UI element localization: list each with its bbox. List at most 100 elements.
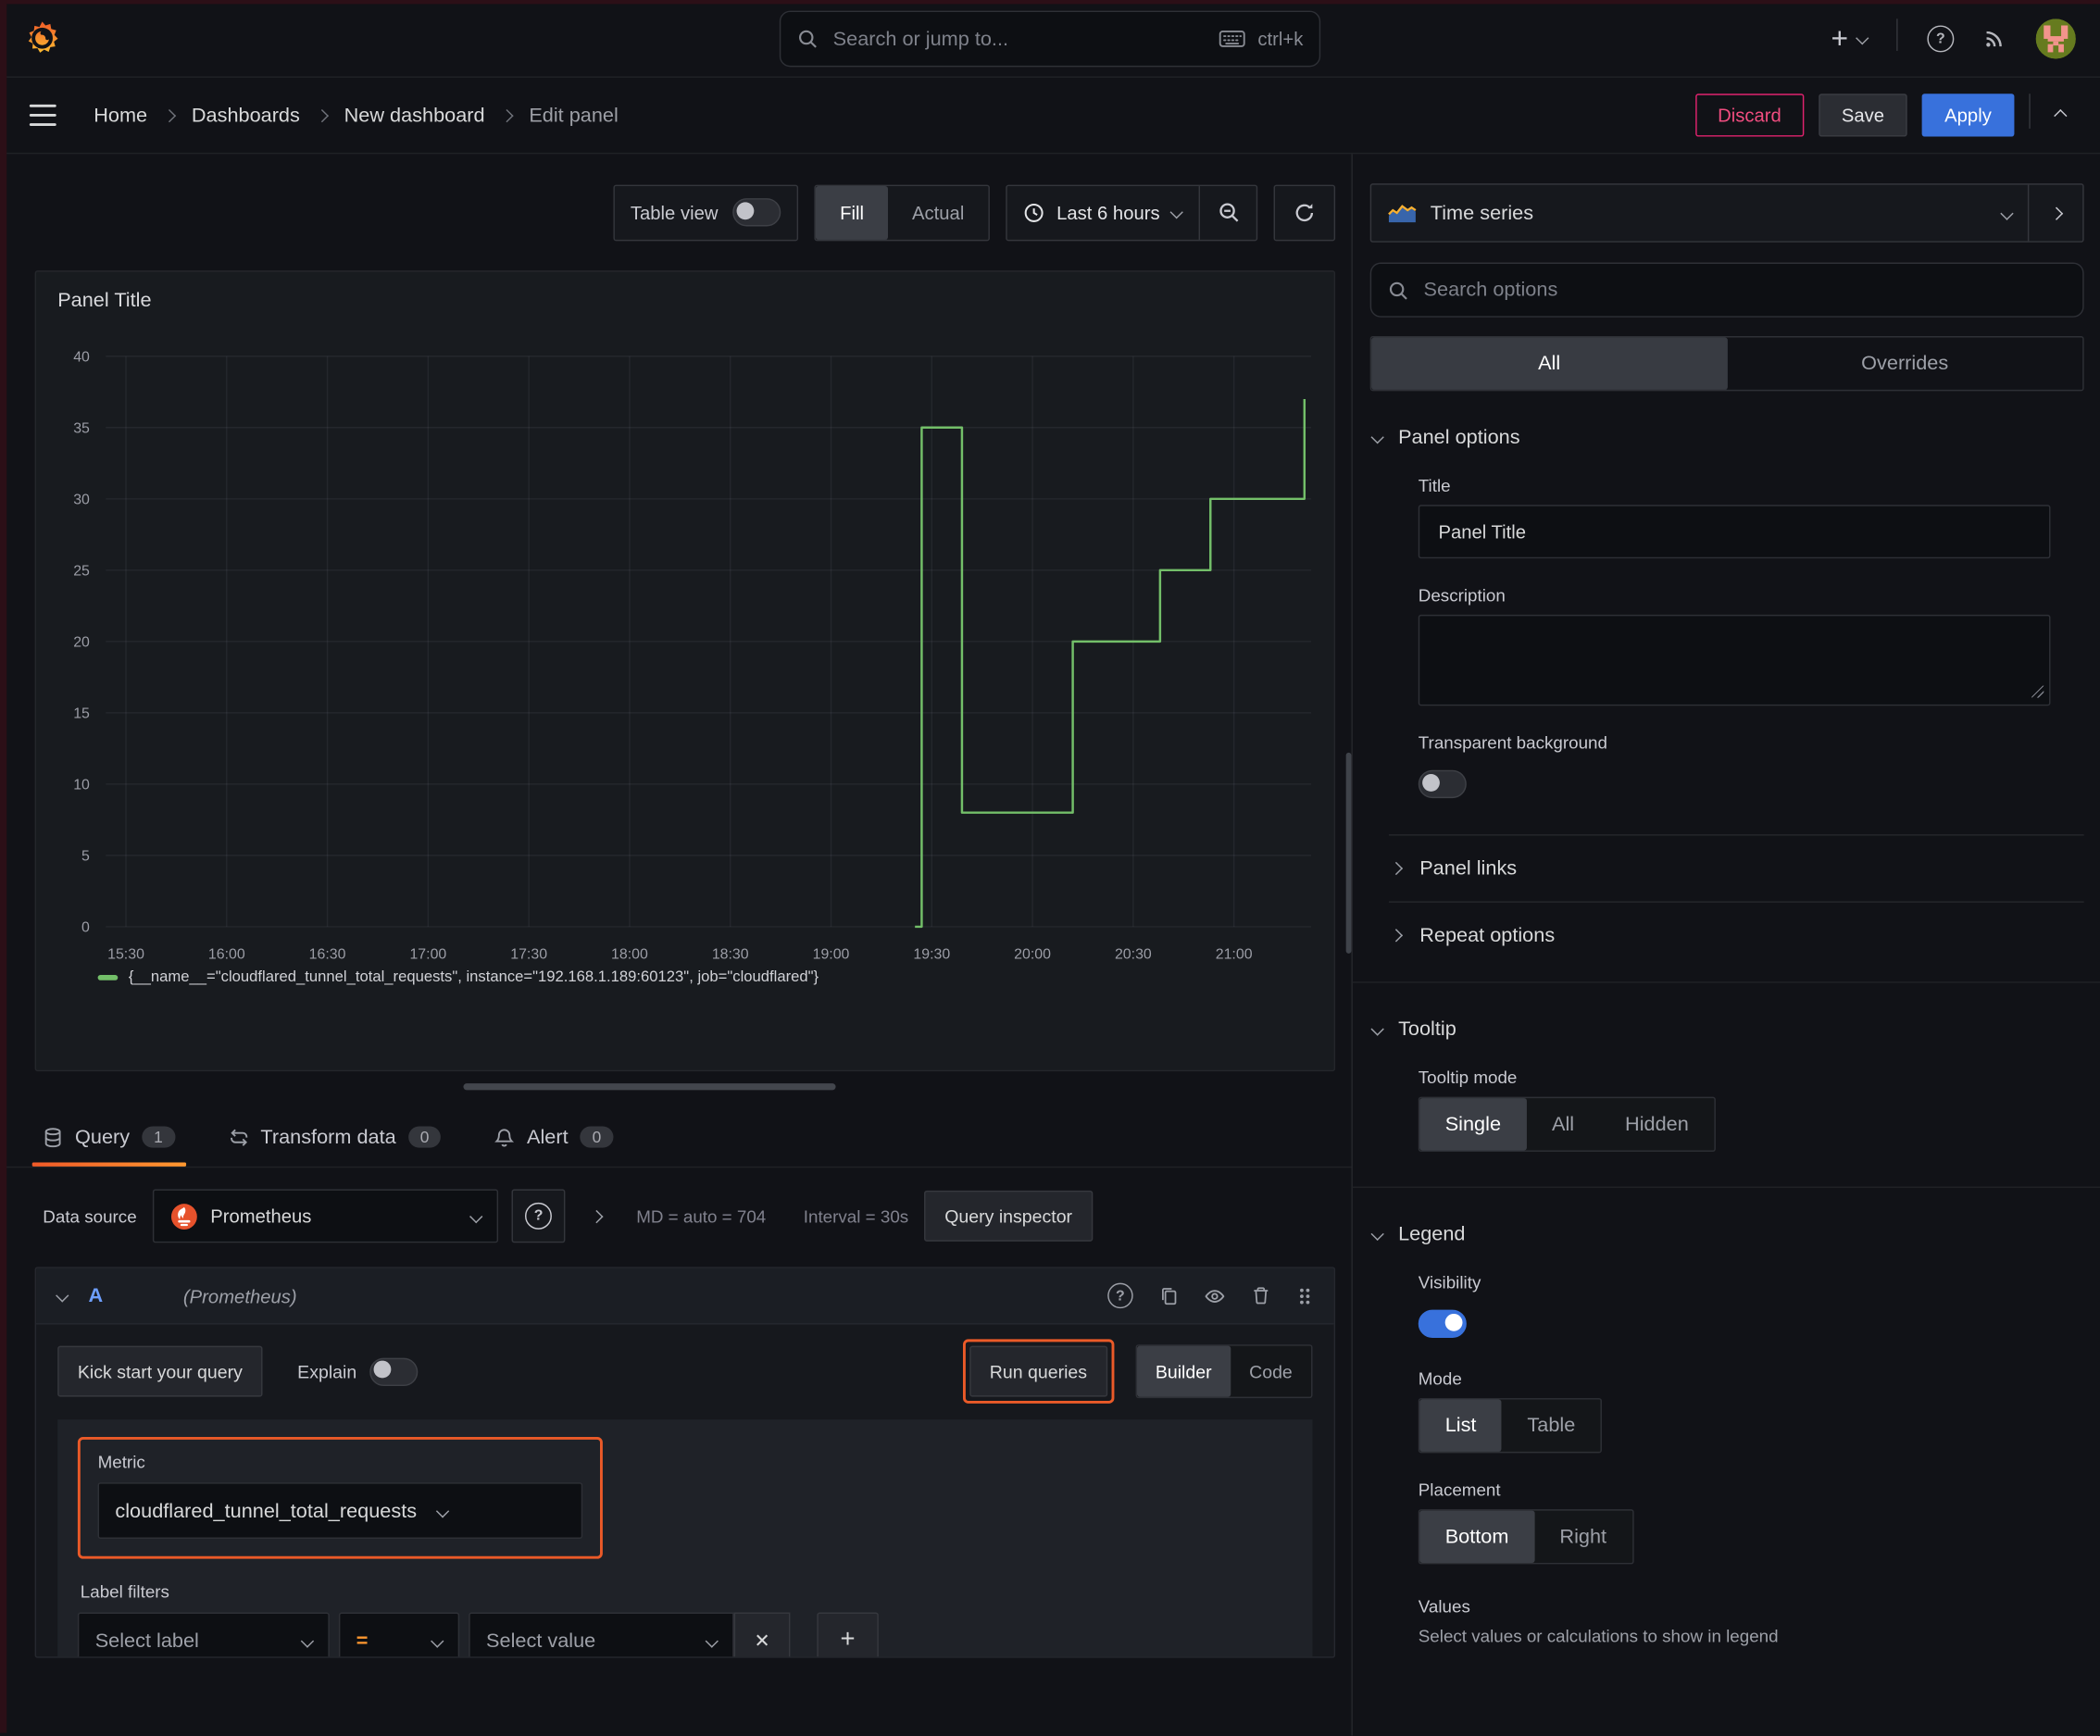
expand-stats-icon[interactable] bbox=[590, 1209, 604, 1223]
zoom-out-icon[interactable] bbox=[1200, 185, 1256, 239]
panel-edit-actions: Discard Save Apply bbox=[1694, 94, 2076, 137]
toggle-options-pane-button[interactable] bbox=[2029, 185, 2082, 242]
transform-icon bbox=[229, 1127, 249, 1147]
save-button[interactable]: Save bbox=[1819, 94, 1907, 137]
panel-title-input[interactable] bbox=[1418, 505, 2051, 559]
options-search[interactable] bbox=[1369, 262, 2084, 318]
code-option[interactable]: Code bbox=[1231, 1346, 1311, 1397]
news-rss-icon[interactable] bbox=[1983, 27, 2006, 50]
window-edge-left bbox=[0, 0, 7, 1733]
vertical-scrollbar[interactable] bbox=[1345, 752, 1352, 954]
transparent-background-label: Transparent background bbox=[1418, 732, 1607, 753]
select-label-dropdown[interactable]: Select label bbox=[77, 1612, 330, 1657]
fill-option[interactable]: Fill bbox=[816, 185, 889, 240]
horizontal-scrollbar[interactable] bbox=[463, 1083, 836, 1091]
panel-links-label: Panel links bbox=[1419, 856, 1518, 880]
panel-links-section[interactable]: Panel links bbox=[1370, 836, 2084, 902]
tab-transform-data[interactable]: Transform data 0 bbox=[229, 1107, 442, 1167]
breadcrumb-home[interactable]: Home bbox=[94, 104, 147, 127]
query-toolbar-right: Run queries Builder Code bbox=[962, 1339, 1313, 1404]
tooltip-mode-switch: Single All Hidden bbox=[1418, 1096, 1716, 1152]
panel-options-title: Panel options bbox=[1398, 425, 1520, 449]
legend-swatch bbox=[97, 974, 119, 980]
panel-description-textarea[interactable] bbox=[1418, 614, 2051, 706]
repeat-options-section[interactable]: Repeat options bbox=[1370, 903, 2084, 968]
tooltip-mode-single[interactable]: Single bbox=[1419, 1098, 1527, 1151]
svg-text:21:00: 21:00 bbox=[1216, 947, 1253, 963]
options-search-input[interactable] bbox=[1420, 277, 2067, 303]
table-view-label: Table view bbox=[630, 201, 719, 223]
legend-section-header[interactable]: Legend bbox=[1370, 1223, 2084, 1245]
top-right-actions: + ? bbox=[1831, 18, 2076, 58]
query-datasource-hint: (Prometheus) bbox=[182, 1284, 297, 1306]
svg-text:16:30: 16:30 bbox=[309, 947, 346, 963]
keyboard-icon bbox=[1219, 30, 1245, 48]
datasource-row: Data source Prometheus ? MD = auto = 704… bbox=[43, 1189, 1351, 1243]
select-value-dropdown[interactable]: Select value bbox=[469, 1612, 734, 1657]
global-search[interactable]: ctrl+k bbox=[779, 10, 1321, 68]
query-help-icon[interactable]: ? bbox=[1107, 1282, 1133, 1309]
time-range-label[interactable]: Last 6 hours bbox=[1044, 202, 1172, 223]
visualization-picker[interactable]: Time series bbox=[1371, 201, 2028, 225]
toggle-visibility-icon[interactable] bbox=[1204, 1285, 1225, 1306]
tab-transform-label: Transform data bbox=[260, 1125, 396, 1149]
refresh-button[interactable] bbox=[1273, 183, 1336, 241]
run-queries-button[interactable]: Run queries bbox=[969, 1345, 1107, 1397]
tab-overrides[interactable]: Overrides bbox=[1727, 337, 2082, 389]
legend-placement-right[interactable]: Right bbox=[1534, 1511, 1632, 1563]
legend-mode-list[interactable]: List bbox=[1419, 1399, 1502, 1452]
menu-toggle-icon[interactable] bbox=[24, 99, 61, 131]
user-avatar[interactable] bbox=[2035, 18, 2076, 58]
tooltip-section-title: Tooltip bbox=[1398, 1018, 1456, 1041]
drag-handle-icon[interactable] bbox=[1296, 1286, 1312, 1305]
remove-filter-button[interactable]: ✕ bbox=[733, 1612, 791, 1657]
delete-query-icon[interactable] bbox=[1251, 1286, 1271, 1306]
tab-alert[interactable]: Alert 0 bbox=[494, 1107, 614, 1167]
datasource-help-button[interactable]: ? bbox=[511, 1189, 566, 1243]
discard-button[interactable]: Discard bbox=[1694, 94, 1805, 137]
time-series-chart[interactable]: 0 5 10 15 20 25 30 35 40 15:30 16:00 16:30 17:00 17:3… bbox=[36, 316, 1334, 985]
duplicate-query-icon[interactable] bbox=[1158, 1286, 1179, 1306]
transparent-background-toggle[interactable] bbox=[1418, 769, 1467, 799]
datasource-picker[interactable]: Prometheus bbox=[153, 1189, 499, 1243]
legend-placement-label: Placement bbox=[1418, 1480, 1501, 1500]
query-inspector-button[interactable]: Query inspector bbox=[924, 1190, 1093, 1242]
max-data-points-stat: MD = auto = 704 bbox=[636, 1205, 767, 1227]
legend-placement-bottom[interactable]: Bottom bbox=[1419, 1510, 1534, 1563]
operator-dropdown[interactable]: = bbox=[338, 1612, 460, 1657]
add-filter-button[interactable]: + bbox=[817, 1612, 879, 1657]
query-editor-card: A (Prometheus) ? Kick start your query E… bbox=[34, 1267, 1336, 1658]
collapse-query-icon[interactable] bbox=[56, 1289, 69, 1303]
query-row-header[interactable]: A (Prometheus) ? bbox=[36, 1268, 1334, 1325]
legend-mode-table[interactable]: Table bbox=[1502, 1400, 1601, 1452]
plus-icon: + bbox=[1831, 20, 1849, 55]
builder-option[interactable]: Builder bbox=[1136, 1345, 1231, 1397]
tooltip-mode-all[interactable]: All bbox=[1526, 1098, 1599, 1150]
chevron-down-icon bbox=[1370, 1022, 1384, 1036]
apply-button[interactable]: Apply bbox=[1921, 94, 2015, 137]
panel-options-header[interactable]: Panel options bbox=[1370, 426, 2084, 449]
legend-visibility-toggle[interactable] bbox=[1418, 1309, 1467, 1338]
table-view-toggle[interactable] bbox=[732, 198, 781, 227]
global-search-input[interactable] bbox=[830, 26, 1207, 52]
explain-toggle[interactable] bbox=[369, 1356, 419, 1386]
breadcrumb-new-dashboard[interactable]: New dashboard bbox=[344, 104, 485, 127]
legend-placement-switch: Bottom Right bbox=[1418, 1509, 1634, 1565]
tooltip-mode-hidden[interactable]: Hidden bbox=[1600, 1098, 1715, 1150]
help-icon[interactable]: ? bbox=[1927, 24, 1955, 52]
panel-options-sidebar: Time series All Overrides Panel options bbox=[1351, 154, 2100, 1736]
breadcrumb-dashboards[interactable]: Dashboards bbox=[192, 104, 300, 127]
new-dropdown-button[interactable]: + bbox=[1831, 20, 1869, 56]
metric-select[interactable]: cloudflared_tunnel_total_requests bbox=[97, 1482, 583, 1539]
visualization-name: Time series bbox=[1430, 201, 1534, 225]
tab-all[interactable]: All bbox=[1371, 337, 1728, 390]
legend-label[interactable]: {__name__="cloudflared_tunnel_total_requ… bbox=[129, 969, 819, 985]
tab-query[interactable]: Query 1 bbox=[31, 1107, 186, 1167]
resize-handle-icon[interactable] bbox=[2031, 685, 2044, 698]
grafana-logo-icon[interactable] bbox=[24, 20, 60, 56]
collapse-header-icon[interactable] bbox=[2054, 108, 2068, 122]
tooltip-section-header[interactable]: Tooltip bbox=[1370, 1018, 2084, 1041]
svg-text:0: 0 bbox=[81, 920, 90, 936]
actual-option[interactable]: Actual bbox=[888, 185, 988, 239]
kick-start-query-button[interactable]: Kick start your query bbox=[57, 1345, 263, 1397]
